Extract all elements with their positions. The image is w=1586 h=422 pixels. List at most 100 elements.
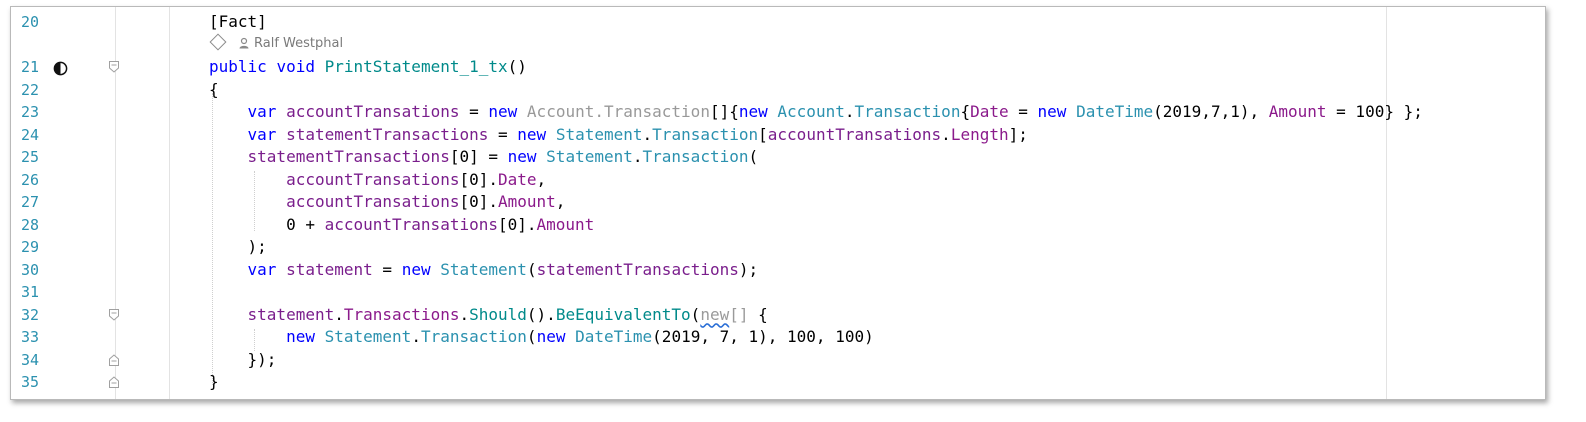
code-token: DateTime: [1076, 102, 1154, 121]
code-token: {: [209, 79, 219, 99]
code-token: = 100} };: [1326, 102, 1423, 121]
code-line[interactable]: 20 [Fact]: [11, 11, 1545, 34]
author-icon: [238, 36, 250, 49]
code-token: .: [642, 124, 653, 144]
code-token: Transaction: [420, 327, 527, 346]
code-token: =: [1008, 102, 1038, 121]
code-token: Account.Transaction: [526, 102, 710, 121]
references-diamond-icon[interactable]: [209, 33, 227, 51]
code-token: [0] =: [449, 147, 508, 166]
code-token: Statement: [555, 124, 643, 144]
code-token: =: [372, 259, 402, 279]
code-token: []: [729, 304, 749, 324]
code-token: .: [632, 147, 643, 166]
code-token: Date: [497, 169, 537, 189]
code-token: [Fact]: [209, 12, 267, 31]
fold-collapse-icon[interactable]: [109, 308, 119, 321]
code-text: accountTransations[0].Amount,: [209, 191, 565, 214]
code-token: BeEquivalentTo: [555, 304, 691, 324]
code-text: {: [209, 79, 219, 102]
line-number: 28: [21, 215, 40, 234]
test-status-icon[interactable]: [53, 60, 68, 76]
code-token: Transaction: [642, 147, 749, 166]
codelens-bar[interactable]: Ralf Westphal: [209, 33, 343, 54]
code-text: 0 + accountTransations[0].Amount: [209, 214, 594, 237]
code-token: new: [700, 304, 730, 324]
code-line[interactable]: 35}: [11, 371, 1545, 394]
code-text: var statementTransactions = new Statemen…: [209, 124, 1028, 147]
code-line[interactable]: 21 public void PrintStatement_1_tx(): [11, 56, 1545, 79]
code-token: public: [209, 57, 267, 76]
code-token: statement: [247, 304, 335, 324]
code-line[interactable]: 25 statementTransactions[0] = new Statem…: [11, 146, 1545, 169]
code-token: [: [758, 124, 768, 144]
line-number: 20: [21, 13, 40, 31]
code-editor[interactable]: Ralf Westphal 20 [Fact] 21 public void Print…: [10, 6, 1546, 400]
code-text: });: [209, 349, 277, 372]
code-line[interactable]: 24 var statementTransactions = new State…: [11, 124, 1545, 147]
code-token: Date: [970, 102, 1009, 121]
code-line[interactable]: 23 var accountTransations = new Account.…: [11, 101, 1545, 124]
code-token: (: [748, 147, 759, 166]
line-number: 30: [21, 260, 40, 279]
code-line[interactable]: 31: [11, 281, 1545, 304]
code-line[interactable]: 22 {: [11, 79, 1545, 102]
code-token: {: [748, 304, 768, 324]
code-token: (: [526, 259, 537, 279]
fold-end-icon: [109, 376, 119, 388]
code-token: .: [334, 304, 344, 324]
line-number: 26: [21, 170, 40, 189]
code-token: Amount: [497, 192, 556, 211]
code-token: new: [286, 327, 315, 346]
code-text: public void PrintStatement_1_tx(): [209, 56, 527, 79]
code-line[interactable]: 34 });: [11, 349, 1545, 372]
code-text: statementTransactions[0] = new Statement…: [209, 146, 759, 169]
code-text: new Statement.Transaction(new DateTime(2…: [209, 326, 874, 349]
line-number: 25: [21, 148, 40, 166]
line-number: 22: [21, 80, 40, 99]
code-token: DateTime: [575, 327, 653, 346]
code-token: Transactions: [343, 304, 460, 324]
code-token: var: [247, 102, 277, 121]
code-token: new: [507, 147, 537, 166]
code-token: accountTransations: [286, 192, 460, 211]
code-line[interactable]: 32 statement.Transactions.Should().BeEqu…: [11, 304, 1545, 327]
code-line[interactable]: 29 );: [11, 236, 1545, 259]
code-text: var statement = new Statement(statementT…: [209, 259, 759, 282]
fold-collapse-icon[interactable]: [109, 61, 119, 73]
code-token: Statement: [546, 147, 633, 166]
code-token: (: [526, 327, 537, 346]
code-token: .: [941, 124, 951, 144]
code-line[interactable]: 30 var statement = new Statement(stateme…: [11, 259, 1545, 282]
code-line[interactable]: 33 new Statement.Transaction(new DateTim…: [11, 326, 1545, 349]
code-token: );: [209, 237, 267, 256]
code-token: (2019, 7, 1), 100, 100): [652, 327, 874, 346]
code-text: var accountTransations = new Account.Tra…: [209, 101, 1423, 124]
code-token: accountTransations: [324, 214, 498, 234]
code-token: Statement: [324, 327, 412, 346]
code-token: var: [247, 259, 277, 279]
code-line[interactable]: 27 accountTransations[0].Amount,: [11, 191, 1545, 214]
code-token: Length: [950, 124, 1009, 144]
code-token: Transaction: [652, 124, 759, 144]
code-token: =: [459, 102, 489, 121]
code-token: PrintStatement_1_tx: [324, 57, 508, 76]
code-token: (: [690, 304, 701, 324]
code-line[interactable]: 26 accountTransations[0].Date,: [11, 169, 1545, 192]
code-line[interactable]: 28 0 + accountTransations[0].Amount: [11, 214, 1545, 237]
code-token: void: [276, 57, 315, 76]
codelens-author[interactable]: Ralf Westphal: [254, 36, 343, 51]
line-number: 33: [21, 328, 40, 346]
line-number: 32: [21, 305, 40, 324]
code-token: new: [488, 102, 518, 121]
